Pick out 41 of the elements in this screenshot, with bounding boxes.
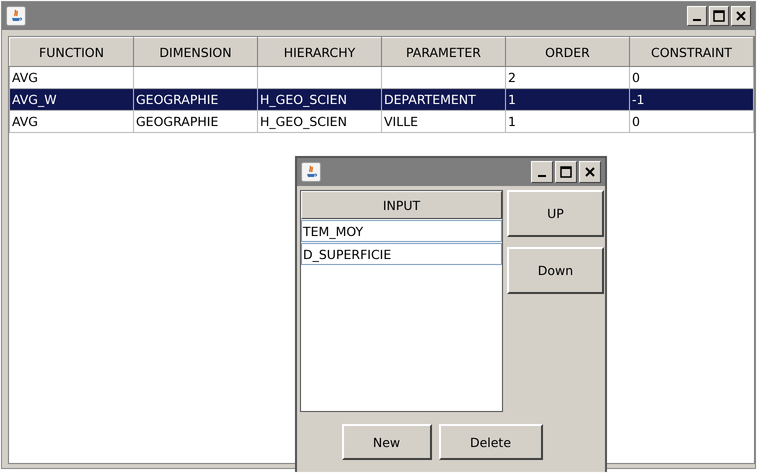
close-button[interactable] xyxy=(731,6,751,26)
table-cell: AVG_W xyxy=(10,88,134,110)
list-item[interactable]: D_SUPERFICIE xyxy=(301,243,502,265)
column-header[interactable]: ORDER xyxy=(506,38,630,66)
close-icon xyxy=(584,166,596,178)
table-cell: GEOGRAPHIE xyxy=(134,110,258,132)
maximize-button[interactable] xyxy=(555,161,577,183)
maximize-icon xyxy=(560,166,572,178)
delete-button[interactable]: Delete xyxy=(438,424,542,460)
column-header[interactable]: CONSTRAINT xyxy=(630,38,754,66)
table-cell: 0 xyxy=(630,110,754,132)
maximize-button[interactable] xyxy=(709,6,729,26)
table-cell: H_GEO_SCIEN xyxy=(258,88,382,110)
minimize-icon xyxy=(693,19,701,21)
table-row[interactable]: AVG_W GEOGRAPHIE H_GEO_SCIEN DEPARTEMENT 1 -1 xyxy=(10,88,754,110)
column-header[interactable]: INPUT xyxy=(301,191,502,219)
table-cell: 1 xyxy=(506,110,630,132)
list-item[interactable]: TEM_MOY xyxy=(301,220,502,242)
table-cell: H_GEO_SCIEN xyxy=(258,110,382,132)
column-header[interactable]: DIMENSION xyxy=(134,38,258,66)
minimize-button[interactable] xyxy=(687,6,707,26)
table-cell: VILLE xyxy=(382,110,506,132)
app-icon xyxy=(6,6,26,26)
up-button[interactable]: UP xyxy=(507,190,604,237)
table-cell: GEOGRAPHIE xyxy=(134,88,258,110)
new-button[interactable]: New xyxy=(342,424,432,460)
table-row[interactable]: AVG GEOGRAPHIE H_GEO_SCIEN VILLE 1 0 xyxy=(10,110,754,132)
table-cell: AVG xyxy=(10,110,134,132)
minimize-button[interactable] xyxy=(531,161,553,183)
app-icon xyxy=(301,162,321,182)
column-header[interactable]: HIERARCHY xyxy=(258,38,382,66)
column-header[interactable]: FUNCTION xyxy=(10,38,134,66)
column-header[interactable]: PARAMETER xyxy=(382,38,506,66)
table-cell: 1 xyxy=(506,88,630,110)
down-button[interactable]: Down xyxy=(507,247,604,294)
table-cell: -1 xyxy=(630,88,754,110)
close-icon xyxy=(735,10,747,22)
close-button[interactable] xyxy=(579,161,601,183)
table-cell: DEPARTEMENT xyxy=(382,88,506,110)
maximize-icon xyxy=(713,10,725,22)
minimize-icon xyxy=(538,175,546,177)
